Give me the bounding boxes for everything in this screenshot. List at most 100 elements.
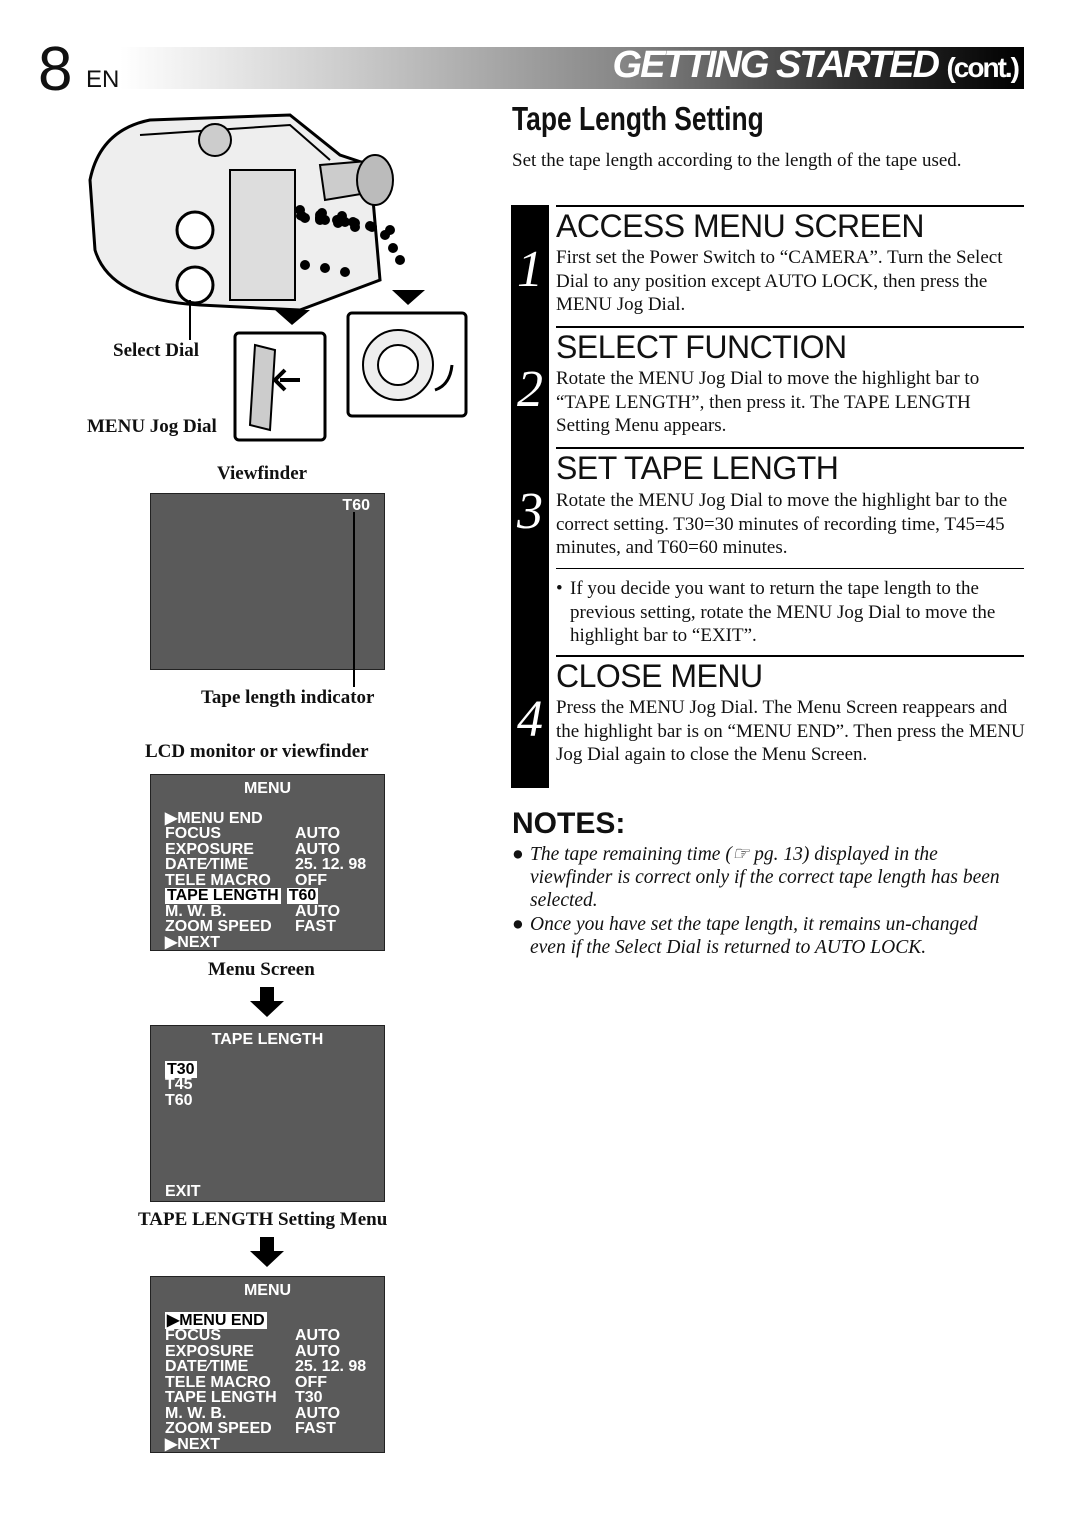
menu-row-label: EXPOSURE [165, 1342, 254, 1360]
menu-row: TELE MACRO OFF [165, 1373, 384, 1391]
menu-row-label: ZOOM SPEED [165, 918, 272, 935]
menu-row-label: EXPOSURE [165, 840, 254, 858]
step-number: 1 [517, 241, 543, 298]
tape-length-indicator-label: Tape length indicator [201, 687, 375, 708]
menu-end: ▶MENU END [165, 1311, 267, 1329]
note-item: ● Once you have set the tape length, it r… [512, 913, 1002, 959]
menu-row: FOCUS AUTO [165, 1328, 384, 1344]
menu-row-value: 25. 12. 98 [295, 1358, 367, 1375]
menu-row-label: DATE∕TIME [165, 1358, 249, 1375]
menu-row: EXPOSURE AUTO [165, 840, 384, 858]
menu-row-label: TAPE LENGTH [165, 1389, 277, 1406]
note-text: Once you have set the tape length, it re… [530, 914, 978, 958]
note-text: The tape remaining time (☞ pg. 13) displ… [530, 844, 1000, 911]
bullet-text: If you decide you want to return the tap… [570, 578, 996, 646]
menu-row-value: AUTO [295, 825, 341, 842]
menu-row: DATE∕TIME 25. 12. 98 [165, 1359, 384, 1375]
step-body: Rotate the MENU Jog Dial to move the hig… [556, 368, 980, 436]
arrow-down-icon [250, 987, 284, 1017]
divider [556, 568, 1024, 569]
menu-row-value: OFF [295, 1373, 327, 1391]
step-body: First set the Power Switch to “CAMERA”. … [556, 247, 1003, 315]
page-number: 8 [38, 35, 73, 104]
step-number: 4 [517, 691, 543, 748]
menu-screen-1: MENU ▶MENU END FOCUS AUTO EXPOSURE AUTO DATE… [150, 774, 385, 951]
menu-row-label: TELE MACRO [165, 1373, 271, 1391]
tape-length-menu: TAPE LENGTH T30 T45 T60 EXIT [150, 1025, 385, 1202]
viewfinder-label: Viewfinder [217, 463, 308, 484]
step-body: Press the MENU Jog Dial. The Menu Screen… [556, 697, 1025, 765]
tape-menu-label: TAPE LENGTH Setting Menu [138, 1209, 388, 1230]
menu-title: MENU [243, 780, 292, 797]
menu-row-label: FOCUS [165, 825, 221, 842]
menu-title: MENU [243, 1282, 292, 1299]
menu-row-value: AUTO [295, 840, 341, 858]
menu-row: TAPE LENGTH T60 [165, 888, 384, 904]
menu-screen-label: Menu Screen [208, 959, 315, 980]
divider [556, 447, 1024, 449]
menu-row-value: FAST [295, 1420, 336, 1437]
step-heading: CLOSE MENU [556, 658, 763, 694]
menu-next: ▶NEXT [165, 1435, 220, 1453]
step-heading: ACCESS MENU SCREEN [556, 208, 924, 244]
section-suffix: (cont.) [946, 52, 1020, 83]
bullet: ● [512, 844, 524, 865]
menu-row-value: AUTO [295, 902, 341, 920]
section-title: GETTING STARTED (cont.) [612, 44, 1020, 87]
step-number: 3 [517, 483, 543, 540]
menu-row-value: AUTO [295, 1404, 341, 1422]
step-heading: SELECT FUNCTION [556, 329, 847, 365]
divider [556, 326, 1024, 328]
menu-row-label: FOCUS [165, 1327, 221, 1344]
menu-end: ▶MENU END [165, 809, 263, 827]
menu-next: ▶NEXT [165, 933, 220, 951]
menu-row: TELE MACRO OFF [165, 871, 384, 889]
step-heading: SET TAPE LENGTH [556, 450, 839, 486]
menu-row-value: OFF [295, 871, 327, 889]
notes-title: NOTES: [512, 807, 626, 840]
menu-row-value: AUTO [295, 1327, 341, 1344]
menu-row: ZOOM SPEED FAST [165, 1421, 384, 1437]
menu-row-label: M. W. B. [165, 1404, 227, 1422]
menu-row: ZOOM SPEED FAST [165, 919, 384, 935]
indicator-line [353, 512, 355, 687]
note-item: ● The tape remaining time (☞ pg. 13) disp… [512, 843, 1022, 912]
menu-row-value: AUTO [295, 1342, 341, 1360]
menu-row: FOCUS AUTO [165, 826, 384, 842]
divider [556, 205, 1024, 207]
menu-row-label: M. W. B. [165, 902, 227, 920]
bullet: ● [512, 914, 524, 935]
menu-row-value: 25. 12. 98 [295, 856, 367, 873]
page-title: Tape Length Setting [512, 100, 764, 137]
tape-length-value: T60 [342, 497, 370, 514]
menu-row-label: TAPE LENGTH [165, 887, 281, 904]
option-t60: T60 [165, 1091, 193, 1109]
step-number: 2 [517, 361, 543, 418]
menu-row: TAPE LENGTH T30 [165, 1390, 384, 1406]
menu-jog-dial-label: MENU Jog Dial [87, 416, 217, 437]
section-name: GETTING STARTED [612, 44, 940, 86]
step-bullet: • If you decide you want to return the ta… [556, 577, 1026, 648]
menu-row-label: TELE MACRO [165, 871, 271, 889]
menu-row: M. W. B. AUTO [165, 1404, 384, 1422]
tape-menu-title: TAPE LENGTH [211, 1031, 324, 1048]
viewfinder-screen: T60 [150, 493, 385, 687]
bullet: • [556, 578, 563, 599]
menu-row: EXPOSURE AUTO [165, 1342, 384, 1360]
menu-row-value: T30 [295, 1389, 323, 1406]
option-exit: EXIT [165, 1182, 201, 1200]
option-t45: T45 [165, 1076, 193, 1093]
menu-row-value: T60 [286, 887, 319, 904]
page-lang: EN [86, 66, 120, 93]
select-dial-label: Select Dial [113, 340, 200, 361]
menu-row: DATE∕TIME 25. 12. 98 [165, 857, 384, 873]
divider [556, 655, 1024, 657]
intro-text: Set the tape length according to the len… [512, 150, 962, 171]
step-body: Rotate the MENU Jog Dial to move the hig… [556, 490, 1008, 558]
menu-row-value: FAST [295, 918, 336, 935]
manual-page: { "header":{"page_number":"8","lang":"EN… [0, 0, 1080, 1533]
menu-row-label: ZOOM SPEED [165, 1420, 272, 1437]
camcorder-illustration [88, 113, 468, 442]
arrow-down-icon [250, 1237, 284, 1267]
lcd-label: LCD monitor or viewfinder [145, 741, 369, 762]
